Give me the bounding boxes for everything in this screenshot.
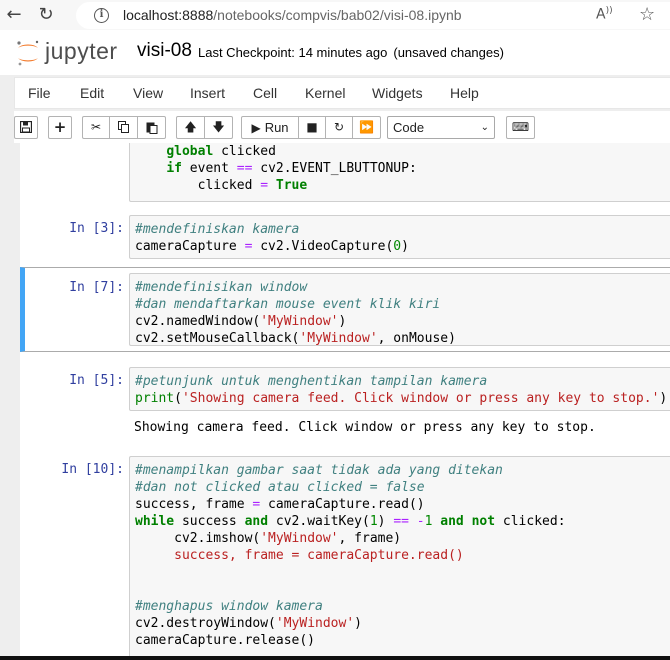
code-line: cv2.namedWindow('MyWindow') [135,314,347,329]
code-cell[interactable]: In [10]: #menampilkan gambar saat tidak … [20,456,670,660]
interrupt-icon[interactable]: ■ [298,116,326,139]
unsaved-status: (unsaved changes) [393,45,504,60]
code-cell[interactable]: In [3]: #mendefiniskan kamera cameraCapt… [20,215,670,261]
run-label: Run [264,120,289,135]
menu-bar: File Edit View Insert Cell Kernel Widget… [14,77,670,109]
cell-type-select[interactable]: Code ⌄ [387,116,495,139]
cell-prompt: In [5]: [69,373,124,388]
code-cell[interactable]: global clicked if event == cv2.EVENT_LBU… [20,143,670,203]
toolbar: + ✂ 🡅 🡇 ▶ Run ■ ↻ ⏩ Code ⌄ ⌨ [14,111,670,143]
code-cell-selected[interactable]: In [7]: #mendefinisikan window #dan mend… [20,267,670,352]
run-icon: ▶ [251,121,261,135]
url-path: /notebooks/compvis/bab02/visi-08.ipynb [213,7,462,23]
code-input[interactable]: global clicked if event == cv2.EVENT_LBU… [129,143,670,202]
code-line: #mendefinisikan window [135,280,308,295]
restart-icon[interactable]: ↻ [325,116,353,139]
code-line: cv2.setMouseCallback('MyWindow', onMouse… [135,331,456,346]
code-input[interactable]: #mendefiniskan kamera cameraCapture = cv… [129,215,670,259]
menu-kernel[interactable]: Kernel [305,85,345,101]
paste-icon[interactable] [137,116,166,139]
reload-icon[interactable]: ↻ [34,3,58,27]
back-arrow-icon[interactable]: ← [2,3,26,27]
save-icon[interactable] [14,116,38,139]
code-line: #menampilkan gambar saat tidak ada yang … [135,463,503,478]
code-line: print('Showing camera feed. Click window… [135,391,668,406]
menu-insert[interactable]: Insert [190,85,225,101]
checkpoint-time: 14 minutes ago [298,45,388,60]
code-input[interactable]: #petunjunk untuk menghentikan tampilan k… [129,367,670,411]
code-line: if event == cv2.EVENT_LBUTTONUP: [166,161,417,176]
code-line: while success and cv2.waitKey(1) == -1 a… [135,514,566,529]
code-line: global clicked [166,144,276,159]
cut-icon[interactable]: ✂ [82,116,110,139]
menu-widgets[interactable]: Widgets [372,85,423,101]
notebook-area[interactable]: global clicked if event == cv2.EVENT_LBU… [0,143,670,660]
url-host: localhost:8888 [123,7,214,23]
notebook-name[interactable]: visi-08 [137,40,192,62]
move-down-icon[interactable]: 🡇 [204,116,233,139]
code-line: cv2.destroyWindow('MyWindow') [135,616,362,631]
menu-file[interactable]: File [28,85,51,101]
code-line: cameraCapture.release() [135,633,316,648]
jupyter-header: jupyter visi-08 Last Checkpoint: 14 minu… [0,30,670,75]
code-line: success, frame = cameraCapture.read() [135,497,425,512]
code-input[interactable]: #mendefinisikan window #dan mendaftarkan… [129,273,670,346]
jupyter-logo-text: jupyter [45,38,118,64]
cell-prompt: In [3]: [69,221,124,236]
screen: ← ↻ i localhost:8888/notebooks/compvis/b… [0,0,670,660]
menu-help[interactable]: Help [450,85,479,101]
address-bar[interactable]: i localhost:8888/notebooks/compvis/bab02… [76,2,670,29]
browser-bar: ← ↻ i localhost:8888/notebooks/compvis/b… [0,0,670,30]
code-line: cv2.imshow('MyWindow', frame) [135,531,402,546]
cell-prompt: In [10]: [61,462,124,477]
info-icon[interactable]: i [94,8,109,23]
cell-prompt: In [7]: [69,280,124,295]
taskbar-edge [0,656,670,660]
cell-output: Showing camera feed. Click window or pre… [134,420,596,435]
code-cell[interactable]: In [5]: #petunjunk untuk menghentikan ta… [20,365,670,445]
copy-icon[interactable] [109,116,138,139]
code-line: #menghapus window kamera [135,599,323,614]
run-button[interactable]: ▶ Run [241,116,299,139]
add-cell-icon[interactable]: + [48,116,72,139]
code-line: clicked = True [135,178,308,193]
code-line: success, frame = cameraCapture.read() [135,548,464,563]
code-line: #dan not clicked atau clicked = false [135,480,425,495]
checkpoint-label: Last Checkpoint: [198,45,295,60]
notebook-container: global clicked if event == cv2.EVENT_LBU… [20,143,670,660]
code-line: #dan mendaftarkan mouse event klik kiri [135,297,441,312]
keyboard-icon[interactable]: ⌨ [506,116,535,139]
jupyter-logo-icon[interactable] [15,39,41,67]
read-aloud-icon[interactable]: A)) [596,6,613,23]
menu-edit[interactable]: Edit [80,85,104,101]
url-text[interactable]: localhost:8888/notebooks/compvis/bab02/v… [123,7,462,23]
menu-view[interactable]: View [133,85,163,101]
cell-type-value: Code [393,120,425,135]
menu-cell[interactable]: Cell [253,85,277,101]
favorite-star-icon[interactable]: ☆ [639,4,655,25]
code-line: #mendefiniskan kamera [135,222,300,237]
checkpoint-status: Last Checkpoint: 14 minutes ago (unsaved … [198,45,504,60]
code-line: #petunjunk untuk menghentikan tampilan k… [135,374,488,389]
move-up-icon[interactable]: 🡅 [176,116,205,139]
code-input[interactable]: #menampilkan gambar saat tidak ada yang … [129,456,670,660]
code-line: cameraCapture = cv2.VideoCapture(0) [135,239,409,254]
chevron-down-icon: ⌄ [480,122,489,133]
restart-run-all-icon[interactable]: ⏩ [352,116,381,139]
